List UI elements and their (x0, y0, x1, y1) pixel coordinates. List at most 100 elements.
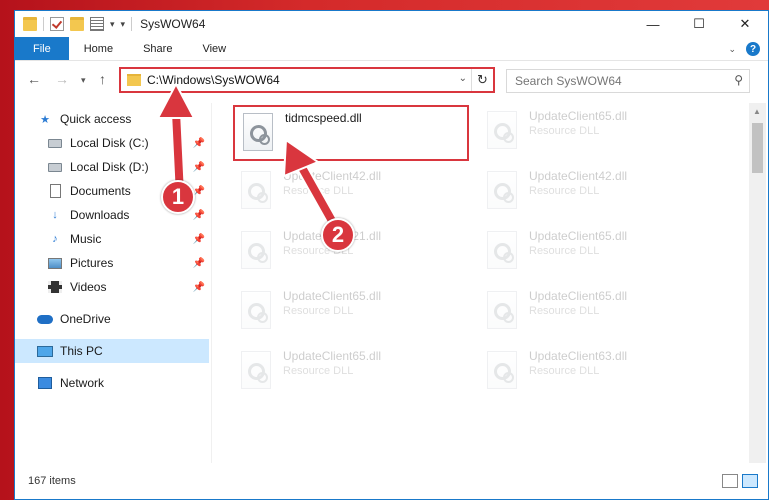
sidebar-item-label: Documents (70, 184, 131, 198)
sidebar-item-network[interactable]: Network (15, 371, 209, 395)
file-type: Resource DLL (529, 185, 600, 197)
file-name: UpdateClient42.dll (529, 169, 628, 183)
help-icon[interactable]: ? (746, 42, 760, 56)
scrollbar-thumb[interactable] (752, 123, 763, 173)
documents-icon (47, 184, 63, 198)
refresh-icon[interactable]: ↻ (471, 69, 493, 91)
explorer-window: ▾ ▾ SysWOW64 — ☐ ✕ File Home Share View … (14, 10, 769, 500)
sidebar-item-label: This PC (60, 344, 103, 358)
sidebar-item-label: Local Disk (C:) (70, 136, 149, 150)
dll-file-icon (241, 171, 271, 209)
file-item[interactable]: UpdateClient42.dll Resource DLL (233, 165, 469, 221)
file-item[interactable]: UpdateClient65.dll Resource DLL (233, 285, 469, 341)
address-row: ← → ▾ ↑ C:\Windows\SysWOW64 ⌄ ↻ ⚲ (15, 65, 768, 95)
file-name: UpdateClient65.dll (529, 229, 628, 243)
file-item[interactable]: UpdateClient65.dll Resource DLL (479, 225, 715, 281)
address-path[interactable]: C:\Windows\SysWOW64 (147, 73, 280, 87)
sidebar-item-music[interactable]: ♪ Music 📌 (15, 227, 209, 251)
search-box[interactable]: ⚲ (506, 69, 750, 93)
pin-icon[interactable]: 📌 (193, 138, 205, 149)
forward-arrow-icon[interactable]: → (55, 71, 69, 87)
file-item-tidmcspeed[interactable]: tidmcspeed.dll (233, 105, 469, 161)
sidebar-item-this-pc[interactable]: This PC (15, 339, 209, 363)
step-badge-2: 2 (321, 218, 355, 252)
properties-icon[interactable] (90, 17, 104, 31)
file-name: UpdateClient65.dll (529, 109, 628, 123)
dll-file-icon (487, 291, 517, 329)
search-input[interactable] (515, 74, 715, 88)
cloud-icon (37, 312, 53, 326)
window-title: SysWOW64 (140, 17, 206, 31)
tab-share[interactable]: Share (128, 37, 187, 60)
dll-file-icon (487, 111, 517, 149)
download-icon: ↓ (52, 209, 58, 221)
quick-access-toolbar: ▾ ▾ (15, 17, 133, 31)
file-type: Resource DLL (529, 125, 600, 137)
music-icon: ♪ (52, 233, 58, 245)
expand-ribbon-icon[interactable]: ⌄ (728, 44, 736, 55)
sidebar-item-label: Quick access (60, 112, 132, 126)
search-icon[interactable]: ⚲ (734, 73, 743, 87)
file-item[interactable]: UpdateClient65.dll Resource DLL (479, 105, 715, 161)
sidebar-item-local-disk-d[interactable]: Local Disk (D:) 📌 (15, 155, 209, 179)
pin-icon[interactable]: 📌 (193, 210, 205, 221)
file-item[interactable]: UpdateClient65.dll Resource DLL (479, 285, 715, 341)
chevron-down-icon[interactable]: ▾ (110, 19, 115, 30)
close-button[interactable]: ✕ (722, 11, 768, 37)
back-arrow-icon[interactable]: ← (27, 71, 41, 87)
dll-file-icon (241, 291, 271, 329)
file-text: UpdateClient65.dll Resource DLL (283, 349, 381, 401)
dll-file-icon (487, 231, 517, 269)
file-item[interactable]: UpdateClient63.dll Resource DLL (479, 345, 715, 401)
file-name: UpdateClient65.dll (283, 289, 382, 303)
file-item[interactable]: UpdateClient65.dll Resource DLL (233, 345, 469, 401)
file-name: tidmcspeed.dll (285, 111, 362, 125)
file-type: Resource DLL (283, 305, 354, 317)
separator (131, 17, 133, 31)
videos-icon (47, 280, 63, 294)
dll-file-icon (241, 231, 271, 269)
scroll-up-icon[interactable]: ▲ (753, 107, 761, 116)
pin-icon[interactable]: 📌 (193, 258, 205, 269)
disk-icon (47, 160, 63, 174)
folder-icon (23, 17, 37, 31)
sidebar-item-quick-access[interactable]: ★ Quick access (15, 107, 209, 131)
sidebar-item-label: Local Disk (D:) (70, 160, 149, 174)
network-icon (37, 376, 53, 390)
address-bar[interactable]: C:\Windows\SysWOW64 ⌄ ↻ (119, 67, 495, 93)
dll-file-icon (487, 171, 517, 209)
file-text: UpdateClient65.dll Resource DLL (283, 289, 381, 341)
nav-pane-divider[interactable] (211, 103, 212, 463)
sidebar-item-local-disk-c[interactable]: Local Disk (C:) 📌 (15, 131, 209, 155)
vertical-scrollbar[interactable]: ▲ (749, 103, 766, 463)
sidebar-item-label: Downloads (70, 208, 130, 222)
ribbon-right-controls: ⌄ ? (728, 37, 760, 61)
ribbon-tabs: File Home Share View ⌄ ? (15, 37, 768, 61)
pin-icon[interactable]: 📌 (193, 162, 205, 173)
sidebar-item-videos[interactable]: Videos 📌 (15, 275, 209, 299)
tab-home[interactable]: Home (69, 37, 128, 60)
tab-view[interactable]: View (187, 37, 241, 60)
view-toggle (722, 474, 758, 488)
file-text: UpdateClient42.dll Resource DLL (283, 169, 381, 221)
folder-icon (127, 74, 141, 86)
pin-icon[interactable]: 📌 (193, 234, 205, 245)
recent-locations-icon[interactable]: ▾ (81, 75, 86, 86)
customize-toolbar-icon[interactable]: ▾ (121, 19, 126, 30)
maximize-button[interactable]: ☐ (676, 11, 722, 37)
sidebar-item-onedrive[interactable]: OneDrive (15, 307, 209, 331)
sidebar-item-pictures[interactable]: Pictures 📌 (15, 251, 209, 275)
star-icon: ★ (40, 113, 50, 126)
chevron-down-icon[interactable]: ⌄ (459, 73, 467, 84)
details-view-icon[interactable] (722, 474, 738, 488)
new-folder-icon[interactable] (70, 17, 84, 31)
pictures-icon (47, 256, 63, 270)
minimize-button[interactable]: — (630, 11, 676, 37)
pin-icon[interactable]: 📌 (193, 282, 205, 293)
file-item[interactable]: UpdateClient42.dll Resource DLL (479, 165, 715, 221)
tab-file[interactable]: File (15, 37, 69, 60)
large-icons-view-icon[interactable] (742, 474, 758, 488)
dll-file-icon (241, 351, 271, 389)
up-arrow-icon[interactable]: ↑ (99, 71, 106, 87)
properties-check-icon[interactable] (50, 17, 64, 31)
